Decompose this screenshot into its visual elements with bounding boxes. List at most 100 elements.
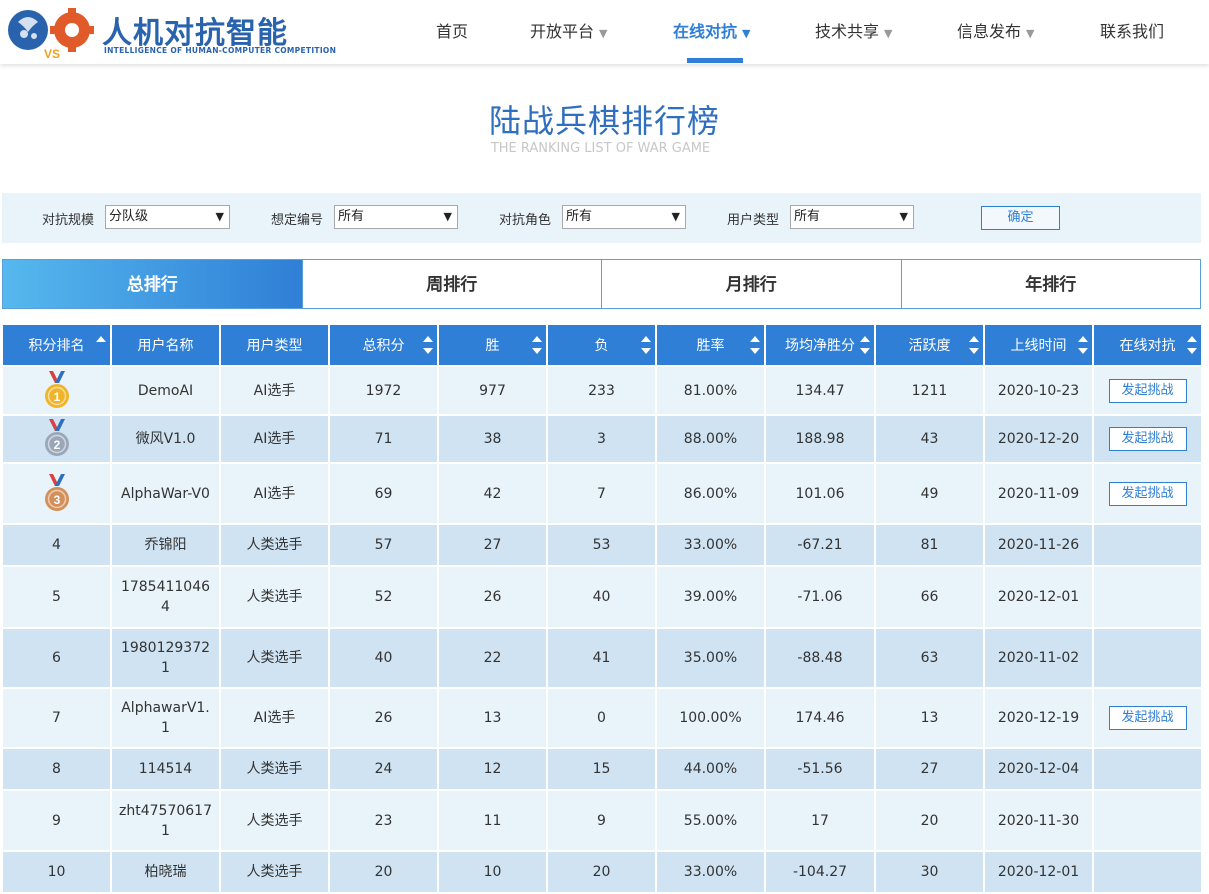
- activity-cell: 1211: [876, 367, 983, 414]
- user-type-cell: AI选手: [221, 464, 328, 523]
- brain-vs-gear-logo-icon: VS: [8, 8, 94, 60]
- total-score-cell: 71: [330, 416, 437, 462]
- online-time-cell: 2020-12-04: [985, 749, 1092, 789]
- col-rank[interactable]: 积分排名: [3, 325, 110, 365]
- win-rate-cell: 100.00%: [657, 689, 764, 747]
- col-winrate[interactable]: 胜率: [657, 325, 764, 365]
- user-name-cell: 微风V1.0: [112, 416, 219, 462]
- wins-cell: 977: [439, 367, 546, 414]
- chevron-down-icon: ▼: [1026, 27, 1035, 40]
- nav-tech-share[interactable]: 技术共享 ▼: [815, 0, 892, 64]
- online-time-cell: 2020-12-01: [985, 567, 1092, 627]
- win-rate-cell: 88.00%: [657, 416, 764, 462]
- sort-icon: [641, 336, 651, 354]
- online-time-cell: 2020-10-23: [985, 367, 1092, 414]
- table-row: 9 zht475706171 人类选手 23 11 9 55.00% 17 20 2020-11-…: [3, 791, 1201, 850]
- total-score-cell: 1972: [330, 367, 437, 414]
- table-row: 8 114514 人类选手 24 12 15 44.00% -51.56 27 2020-12-0…: [3, 749, 1201, 789]
- losses-cell: 20: [548, 852, 655, 892]
- user-name-cell: 114514: [112, 749, 219, 789]
- user-type-cell: 人类选手: [221, 749, 328, 789]
- tab-yearly[interactable]: 年排行: [902, 260, 1201, 308]
- challenge-cell: [1094, 567, 1201, 627]
- table-body: 1 DemoAI AI选手 1972 977 233 81.00% 134.47 1211 202…: [3, 367, 1201, 892]
- rank-label: 9: [52, 812, 61, 829]
- dropdown-arrow-icon: ▼: [899, 210, 908, 223]
- losses-cell: 7: [548, 464, 655, 523]
- activity-cell: 13: [876, 689, 983, 747]
- rank-cell: 8: [3, 749, 110, 789]
- challenge-cell: 发起挑战: [1094, 367, 1201, 414]
- tab-monthly[interactable]: 月排行: [602, 260, 902, 308]
- user-type-cell: AI选手: [221, 689, 328, 747]
- win-rate-cell: 33.00%: [657, 525, 764, 565]
- nav-contact-us[interactable]: 联系我们: [1100, 0, 1164, 64]
- scale-label: 对抗规模: [42, 213, 95, 228]
- silver-medal-icon: 2: [44, 419, 69, 456]
- avg-net-score-cell: -51.56: [766, 749, 874, 789]
- online-time-cell: 2020-11-26: [985, 525, 1092, 565]
- user-type-cell: 人类选手: [221, 525, 328, 565]
- col-challenge[interactable]: 在线对抗: [1094, 325, 1201, 365]
- confirm-button[interactable]: 确定: [981, 206, 1060, 230]
- usertype-select[interactable]: 所有 ▼: [790, 205, 914, 229]
- user-type-cell: AI选手: [221, 367, 328, 414]
- rank-cell: 7: [3, 689, 110, 747]
- nav-open-platform[interactable]: 开放平台 ▼: [530, 0, 607, 64]
- activity-cell: 49: [876, 464, 983, 523]
- tab-weekly[interactable]: 周排行: [303, 260, 602, 308]
- scenario-label: 想定编号: [271, 213, 324, 228]
- total-score-cell: 20: [330, 852, 437, 892]
- user-name-cell: 乔锦阳: [112, 525, 219, 565]
- losses-cell: 0: [548, 689, 655, 747]
- challenge-cell: [1094, 525, 1201, 565]
- col-score[interactable]: 总积分: [330, 325, 437, 365]
- sort-icon: [423, 336, 433, 354]
- avg-net-score-cell: -67.21: [766, 525, 874, 565]
- wins-cell: 42: [439, 464, 546, 523]
- sort-icon: [969, 336, 979, 354]
- challenge-button[interactable]: 发起挑战: [1108, 706, 1187, 730]
- dropdown-arrow-icon: ▼: [215, 210, 224, 223]
- avg-net-score-cell: 134.47: [766, 367, 874, 414]
- col-online-time[interactable]: 上线时间: [985, 325, 1092, 365]
- table-row: 5 17854110464 人类选手 52 26 40 39.00% -71.06 66 2020…: [3, 567, 1201, 627]
- wins-cell: 22: [439, 629, 546, 687]
- col-losses[interactable]: 负: [548, 325, 655, 365]
- col-usertype: 用户类型: [221, 325, 328, 365]
- wins-cell: 11: [439, 791, 546, 850]
- svg-text:VS: VS: [44, 47, 60, 60]
- table-row: 3 AlphaWar-V0 AI选手 69 42 7 86.00% 101.06 49 2020-…: [3, 464, 1201, 523]
- challenge-button[interactable]: 发起挑战: [1108, 378, 1187, 403]
- losses-cell: 53: [548, 525, 655, 565]
- rank-cell: 9: [3, 791, 110, 850]
- challenge-button[interactable]: 发起挑战: [1108, 427, 1187, 451]
- user-type-cell: 人类选手: [221, 852, 328, 892]
- avg-net-score-cell: 174.46: [766, 689, 874, 747]
- nav-online-battle[interactable]: 在线对抗 ▼: [673, 0, 750, 64]
- dropdown-arrow-icon: ▼: [671, 210, 680, 223]
- chevron-down-icon: ▼: [884, 27, 893, 40]
- online-time-cell: 2020-12-01: [985, 852, 1092, 892]
- total-score-cell: 26: [330, 689, 437, 747]
- role-select[interactable]: 所有 ▼: [562, 205, 686, 229]
- challenge-cell: [1094, 791, 1201, 850]
- scenario-select[interactable]: 所有 ▼: [334, 205, 458, 229]
- losses-cell: 41: [548, 629, 655, 687]
- online-time-cell: 2020-11-02: [985, 629, 1092, 687]
- site-logo[interactable]: VS 人机对抗智能 INTELLIGENCE OF HUMAN-COMPUTER…: [4, 4, 336, 60]
- col-avg-net[interactable]: 场均净胜分: [766, 325, 874, 365]
- challenge-button[interactable]: 发起挑战: [1108, 481, 1187, 506]
- nav-home[interactable]: 首页: [436, 0, 468, 64]
- avg-net-score-cell: 188.98: [766, 416, 874, 462]
- usertype-label: 用户类型: [727, 213, 780, 228]
- nav-info-release[interactable]: 信息发布 ▼: [957, 0, 1034, 64]
- scale-select[interactable]: 分队级 ▼: [105, 205, 230, 229]
- tab-overall[interactable]: 总排行: [3, 260, 303, 308]
- medal-rank-label: 2: [53, 438, 60, 452]
- col-wins[interactable]: 胜: [439, 325, 546, 365]
- user-type-cell: 人类选手: [221, 791, 328, 850]
- win-rate-cell: 86.00%: [657, 464, 764, 523]
- col-username: 用户名称: [112, 325, 219, 365]
- col-activity[interactable]: 活跃度: [876, 325, 983, 365]
